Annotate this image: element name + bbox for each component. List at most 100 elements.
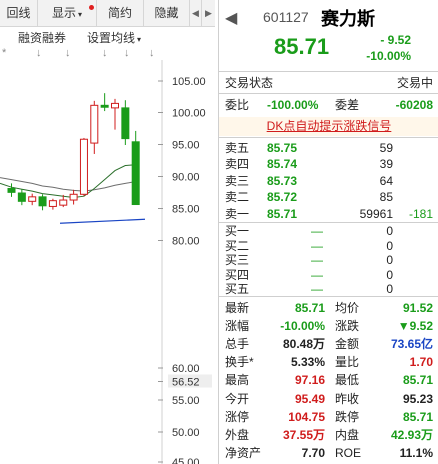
- sell-row[interactable]: 卖五 85.75 59: [219, 140, 438, 156]
- price-change-block: - 9.52 -10.00%: [355, 32, 411, 64]
- sell-level-label: 卖二: [225, 190, 250, 205]
- stat-label: 昨收: [335, 391, 360, 406]
- weicha-label: 委差: [335, 98, 360, 112]
- price-change: - 9.52: [380, 33, 411, 47]
- divider: [219, 93, 438, 94]
- buy-price: —: [311, 238, 323, 253]
- stat-label: 外盘: [225, 427, 250, 442]
- chart-panel[interactable]: 105.00 100.00 95.00 90.00 85.00 80.00 60.00 56.…: [0, 0, 215, 464]
- divider: [219, 296, 438, 297]
- stat-value: ▼9.52: [397, 319, 433, 334]
- stat-label: 金额: [335, 337, 360, 352]
- y-tick-label: 80.00: [172, 236, 200, 248]
- back-arrow-icon[interactable]: ◀: [225, 8, 237, 28]
- candle-up: [111, 102, 119, 109]
- toolbar-hide-button[interactable]: 隐藏: [144, 0, 190, 26]
- y-tick-label: 105.00: [172, 76, 206, 88]
- down-arrow-mark: ↓: [102, 47, 108, 59]
- chart-subbar: 融资融券 设置均线 ▾: [0, 27, 215, 47]
- stock-code: 601127: [263, 9, 309, 25]
- toolbar-prev-button[interactable]: ◀: [190, 0, 202, 26]
- stat-value: 104.75: [288, 409, 325, 424]
- margin-trading-button[interactable]: 融资融券: [18, 29, 66, 46]
- toolbar-line-label: 回线: [6, 6, 31, 20]
- stat-label: 涨幅: [225, 319, 250, 334]
- buy-level-label: 买三: [225, 253, 250, 268]
- stat-row: 外盘 37.55万 内盘 42.93万: [219, 426, 438, 444]
- sell-price: 85.71: [267, 206, 298, 221]
- support-line: [59, 218, 146, 224]
- candle-up: [90, 104, 99, 144]
- stat-value: 37.55万: [282, 427, 325, 442]
- ma-setting-label: 设置均线: [87, 31, 136, 45]
- stat-label: ROE: [335, 445, 362, 460]
- y-tick-label: 60.00: [172, 363, 200, 375]
- ma-setting-button[interactable]: 设置均线 ▾: [87, 29, 141, 46]
- toolbar-simple-button[interactable]: 简约: [97, 0, 144, 26]
- stat-value: 95.49: [294, 391, 325, 406]
- stat-row: 最新 85.71 均价 91.52: [219, 299, 438, 317]
- stat-label: 均价: [335, 301, 360, 315]
- buy-row[interactable]: 买三 — 0: [219, 253, 438, 268]
- stat-label: 涨停: [225, 409, 250, 424]
- sell-level-label: 卖一: [225, 206, 250, 221]
- y-tick-label: 85.00: [172, 204, 200, 216]
- sell-level-label: 卖三: [225, 173, 250, 188]
- chevron-down-icon: ▾: [137, 35, 142, 44]
- candle-up: [69, 193, 78, 201]
- stat-label: 最高: [225, 373, 250, 388]
- sell-row[interactable]: 卖二 85.72 85: [219, 189, 438, 205]
- toolbar-line-button[interactable]: 回线: [0, 0, 38, 26]
- buy-level-label: 买四: [225, 267, 250, 282]
- buy-row[interactable]: 买二 — 0: [219, 239, 438, 254]
- y-tick-label: 95.00: [172, 140, 200, 152]
- y-tick-label: 50.00: [172, 427, 200, 439]
- sell-price: 85.72: [267, 190, 298, 205]
- toolbar-display-button[interactable]: 显示 ▾: [38, 0, 97, 26]
- weicha-value: -60208: [395, 98, 433, 112]
- stat-label: 内盘: [335, 427, 360, 442]
- stat-row: 总手 80.48万 金额 73.65亿: [219, 335, 438, 353]
- candle-up: [79, 138, 88, 195]
- stat-value: 80.48万: [282, 337, 325, 352]
- sell-volume: 85: [379, 190, 393, 205]
- stat-value: -10.00%: [280, 319, 325, 334]
- weibi-value: -100.00%: [267, 98, 319, 112]
- stat-value: 97.16: [294, 373, 325, 388]
- toolbar-display-label: 显示: [51, 6, 76, 20]
- toolbar-hide-label: 隐藏: [154, 6, 179, 20]
- stat-label: 总手: [225, 337, 250, 352]
- sell-row[interactable]: 卖四 85.74 39: [219, 156, 438, 172]
- quote-panel: ◀ 601127 赛力斯 85.71 - 9.52 -10.00% 交易状态 交…: [218, 0, 438, 464]
- buy-row[interactable]: 买一 — 0: [219, 224, 438, 239]
- stat-row: 涨幅 -10.00% 涨跌 ▼9.52: [219, 317, 438, 335]
- stat-value: 11.1%: [399, 445, 433, 460]
- stat-row: 最高 97.16 最低 85.71: [219, 371, 438, 389]
- down-arrow-mark: ↓: [65, 47, 71, 59]
- sell-price: 85.75: [267, 141, 298, 155]
- stat-value: 91.52: [402, 301, 433, 315]
- buy-level-label: 买一: [225, 224, 250, 238]
- stat-value: 5.33%: [290, 355, 325, 370]
- stat-label: 换手*: [225, 355, 254, 370]
- dk-signal-link[interactable]: DK点自动提示涨跌信号: [219, 117, 438, 136]
- sell-row[interactable]: 卖三 85.73 64: [219, 173, 438, 189]
- buy-row[interactable]: 买四 — 0: [219, 268, 438, 283]
- down-arrow-mark: ↓: [36, 47, 42, 59]
- sell-row[interactable]: 卖一 85.71 59961 -181: [219, 206, 438, 222]
- triangle-left-icon: ◀: [192, 8, 199, 18]
- divider: [219, 137, 438, 138]
- toolbar-simple-label: 简约: [107, 6, 132, 20]
- buy-level-label: 买二: [225, 238, 250, 253]
- last-price: 85.71: [274, 34, 330, 59]
- sell-price: 85.73: [267, 173, 298, 188]
- candlestick-chart[interactable]: 105.00 100.00 95.00 90.00 85.00 80.00 60.00 56.…: [0, 0, 215, 464]
- sell-volume: 64: [379, 173, 393, 188]
- buy-price: —: [311, 224, 323, 238]
- sell-volume: 59: [379, 141, 393, 155]
- stat-row: 涨停 104.75 跌停 85.71: [219, 408, 438, 426]
- toolbar-next-button[interactable]: ▶: [202, 0, 215, 26]
- sell-volume: 59961: [359, 206, 393, 221]
- stat-value: 1.70: [409, 355, 433, 370]
- stat-value: 85.71: [294, 301, 325, 315]
